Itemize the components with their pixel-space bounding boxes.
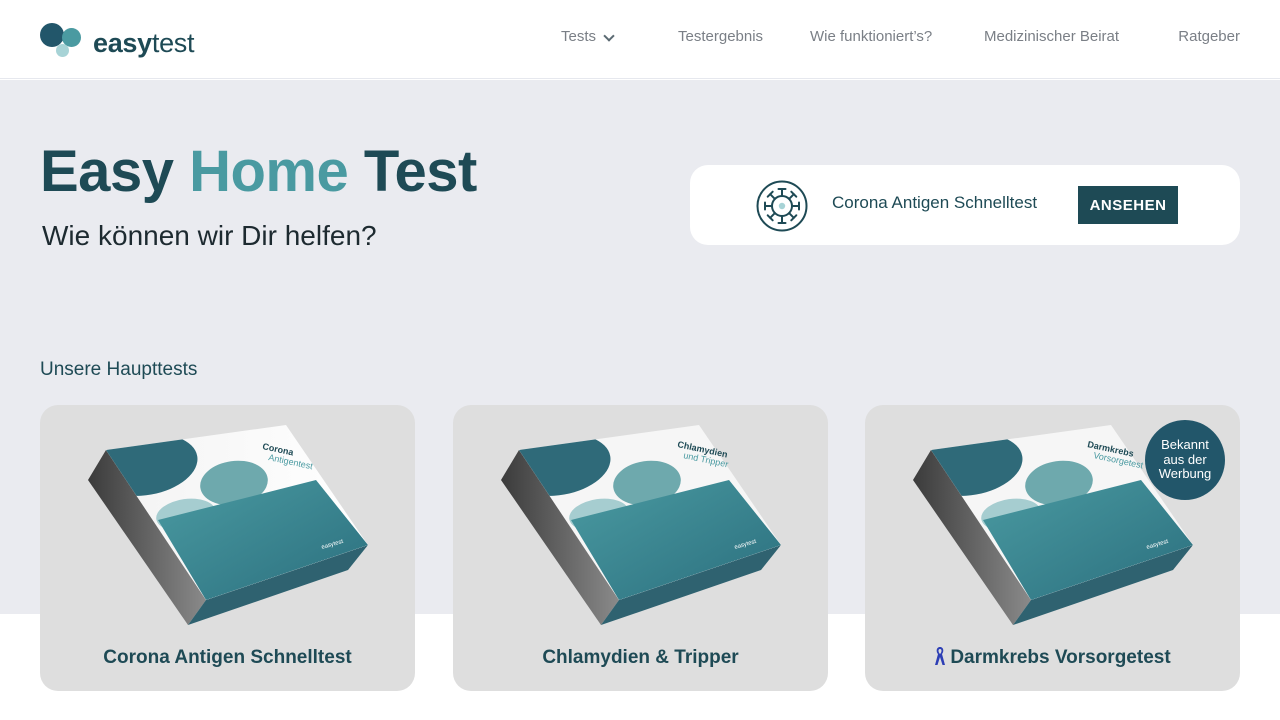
promo-badge-text: Bekannt aus der Werbung: [1158, 437, 1212, 482]
section-title: Unsere Haupttests: [40, 359, 198, 380]
virus-icon: [756, 180, 808, 232]
nav-ratgeber[interactable]: Ratgeber: [1178, 28, 1240, 45]
chevron-down-icon: [603, 29, 615, 42]
product-card-darmkrebs[interactable]: Darmkrebs Vorsorgetest easytest Bekannt …: [865, 405, 1240, 691]
product-title: Corona Antigen Schnelltest: [103, 647, 352, 668]
product-title: Chlamydien & Tripper: [542, 647, 739, 668]
main-nav: Tests Testergebnis Wie funktioniert’s? M…: [0, 28, 1280, 50]
nav-tests-dropdown[interactable]: Tests: [561, 28, 615, 45]
featured-test-card: Corona Antigen Schnelltest ANSEHEN: [690, 165, 1240, 245]
product-box-image: Corona Antigentest easytest: [88, 425, 368, 625]
hero-subtitle: Wie können wir Dir helfen?: [42, 220, 377, 251]
nav-tests-label: Tests: [561, 28, 597, 45]
site-header: easytest Tests Testergebnis Wie funktion…: [0, 0, 1280, 79]
promo-badge: Bekannt aus der Werbung: [1145, 420, 1225, 500]
product-title: Darmkrebs Vorsorgetest: [865, 646, 1240, 669]
product-card-corona[interactable]: Corona Antigentest easytest Corona Antig…: [40, 405, 415, 691]
product-card-chlamydien[interactable]: Chlamydien und Tripper easytest Chlamydi…: [453, 405, 828, 691]
nav-medizinischer-beirat[interactable]: Medizinischer Beirat: [984, 28, 1119, 45]
nav-wie-funktionierts[interactable]: Wie funktioniert’s?: [810, 28, 932, 45]
ansehen-button[interactable]: ANSEHEN: [1078, 186, 1178, 224]
product-title-text: Darmkrebs Vorsorgetest: [950, 647, 1171, 668]
nav-testergebnis[interactable]: Testergebnis: [678, 28, 763, 45]
product-box-image: Chlamydien und Tripper easytest: [501, 425, 781, 625]
hero-title: Easy Home Test: [40, 139, 477, 204]
featured-test-name: Corona Antigen Schnelltest: [832, 193, 1038, 212]
awareness-ribbon-icon: [935, 647, 946, 665]
